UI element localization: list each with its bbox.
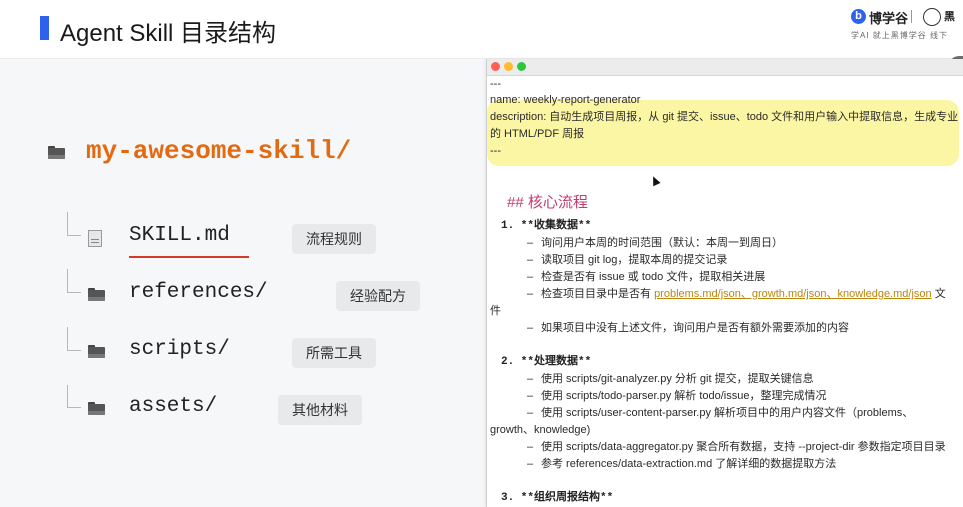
skill-md-window[interactable]: --- name: weekly-report-generator descri… xyxy=(486,59,963,507)
document-icon xyxy=(88,230,102,247)
slide-header: Agent Skill 目录结构 b 博学谷 黑 学AI 就上黑博学谷 线下 xyxy=(0,0,963,59)
page-title: Agent Skill 目录结构 xyxy=(60,20,277,47)
tree-item-name: scripts/ xyxy=(129,338,230,361)
brand-b-icon: b xyxy=(851,9,866,24)
directory-tree-panel: my-awesome-skill/ SKILL.md 流程规则 referenc… xyxy=(0,59,486,507)
tag-assets: 其他材料 xyxy=(278,395,362,425)
section-title: 2. **处理数据** xyxy=(501,356,592,368)
minimize-window-button[interactable] xyxy=(504,62,513,71)
title-accent-bar xyxy=(40,16,49,40)
tree-connector xyxy=(67,327,68,350)
list-item: – 询问用户本周的时间范围（默认：本周一到周日） xyxy=(527,237,783,249)
tree-item-name: SKILL.md xyxy=(129,224,230,247)
section-title: 3. **组织周报结构** xyxy=(501,492,614,504)
folder-icon xyxy=(88,345,105,358)
brand-secondary-icon xyxy=(923,8,941,26)
folder-icon xyxy=(48,146,65,159)
mouse-cursor-icon xyxy=(649,174,661,187)
close-window-button[interactable] xyxy=(491,62,500,71)
tree-connector xyxy=(67,385,68,407)
folder-icon xyxy=(88,402,105,415)
folder-icon xyxy=(88,288,105,301)
list-item: – 读取项目 git log，提取本周的提交记录 xyxy=(527,254,728,266)
file-list-link[interactable]: problems.md/json、growth.md/json、knowledg… xyxy=(654,288,932,300)
tag-references: 经验配方 xyxy=(336,281,420,311)
maximize-window-button[interactable] xyxy=(517,62,526,71)
tree-item-name: references/ xyxy=(129,281,268,304)
list-item: – 参考 references/data-extraction.md 了解详细的数… xyxy=(527,458,837,470)
root-folder-name: my-awesome-skill/ xyxy=(86,136,352,166)
list-item-continuation: 件 xyxy=(490,305,501,317)
list-item: – 检查是否有 issue 或 todo 文件，提取相关进展 xyxy=(527,271,766,283)
tree-connector xyxy=(67,235,81,236)
frontmatter-description: description: 自动生成项目周报，从 git 提交、issue、tod… xyxy=(490,111,959,123)
tag-skill-md: 流程规则 xyxy=(292,224,376,254)
brand-logo: b 博学谷 黑 学AI 就上黑博学谷 线下 xyxy=(851,8,963,44)
tree-connector xyxy=(67,292,81,293)
tree-item-name: assets/ xyxy=(129,395,218,418)
highlight-underline xyxy=(129,256,249,258)
brand-name: 博学谷 xyxy=(869,11,909,26)
list-item: – 使用 scripts/data-aggregator.py 聚合所有数据，支持… xyxy=(527,441,946,453)
tree-connector xyxy=(67,350,81,351)
list-item: – 如果项目中没有上述文件，询问用户是否有额外需要添加的内容 xyxy=(527,322,849,334)
list-item: – 使用 scripts/git-analyzer.py 分析 git 提交，提取… xyxy=(527,373,814,385)
frontmatter-description-cont: 的 HTML/PDF 周报 xyxy=(490,128,585,140)
list-item: – 检查项目目录中是否有 problems.md/json、growth.md/j… xyxy=(527,288,946,300)
list-item-continuation: growth、knowledge) xyxy=(490,424,591,436)
brand-slogan: 学AI 就上黑博学谷 线下 xyxy=(851,31,949,40)
tree-connector xyxy=(67,212,68,235)
frontmatter-start: --- xyxy=(490,78,501,90)
list-item: – 使用 scripts/todo-parser.py 解析 todo/issue… xyxy=(527,390,827,402)
tree-connector xyxy=(67,269,68,292)
tree-connector xyxy=(67,407,81,408)
frontmatter-end: --- xyxy=(490,145,501,157)
section-heading: ## 核心流程 xyxy=(507,194,588,211)
brand-secondary-name: 黑 xyxy=(944,11,955,23)
brand-divider xyxy=(911,10,912,23)
tag-scripts: 所需工具 xyxy=(292,338,376,368)
section-title: 1. **收集数据** xyxy=(501,220,592,232)
window-titlebar[interactable] xyxy=(487,59,963,76)
list-item: – 使用 scripts/user-content-parser.py 解析项目中… xyxy=(527,407,914,419)
frontmatter-name: name: weekly-report-generator xyxy=(490,94,641,106)
